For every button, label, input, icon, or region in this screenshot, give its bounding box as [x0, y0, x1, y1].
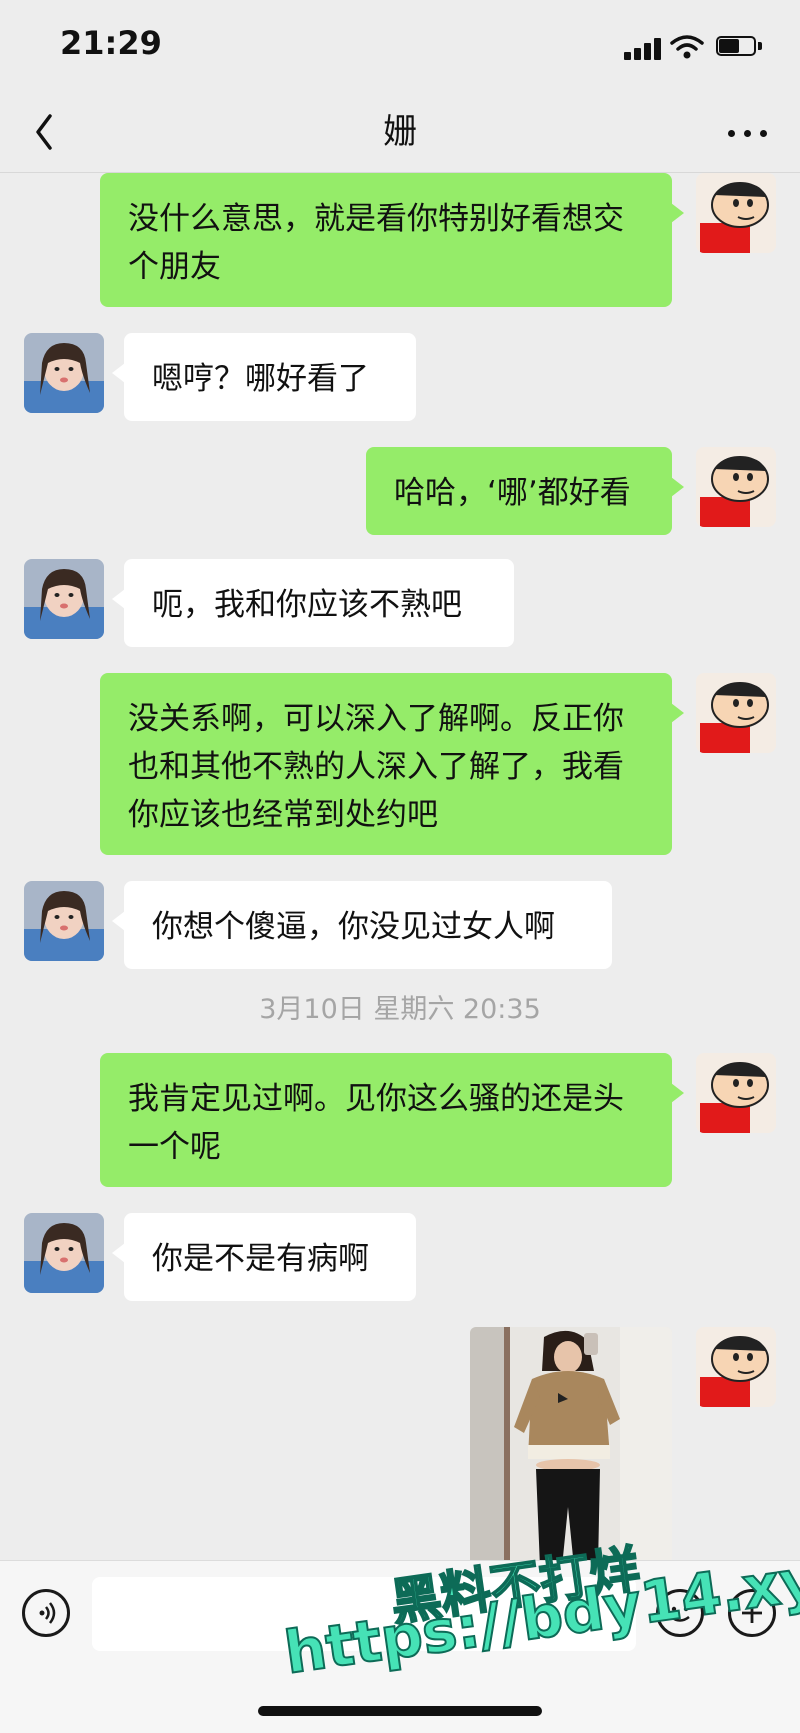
- more-dot: [760, 130, 767, 137]
- self-avatar[interactable]: [696, 173, 776, 253]
- more-dot: [728, 130, 735, 137]
- chat-area[interactable]: 没什么意思，就是看你特别好看想交个朋友 嗯哼？哪好看了 哈哈，‘哪’都好看 呃，…: [0, 173, 800, 1560]
- battery-icon: [716, 36, 764, 58]
- message-bubble-other[interactable]: 呃，我和你应该不熟吧: [112, 559, 514, 647]
- wifi-icon: [670, 34, 704, 60]
- contact-avatar[interactable]: [24, 881, 104, 961]
- voice-icon: [39, 1602, 56, 1624]
- plus-button[interactable]: [728, 1589, 776, 1637]
- home-indicator: [258, 1706, 542, 1716]
- message-input[interactable]: [92, 1577, 636, 1651]
- cartoon-avatar-icon: [696, 447, 776, 527]
- message-bubble-other[interactable]: 你是不是有病啊: [112, 1213, 416, 1301]
- contact-photo-icon: [24, 333, 104, 413]
- message-bubble-self[interactable]: 没什么意思，就是看你特别好看想交个朋友: [100, 173, 684, 307]
- cellular-signal-icon: [624, 38, 664, 60]
- cartoon-avatar-icon: [696, 1053, 776, 1133]
- message-text: 没什么意思，就是看你特别好看想交个朋友: [128, 201, 624, 285]
- self-avatar[interactable]: [696, 1053, 776, 1133]
- emoji-icon: [670, 1606, 690, 1622]
- message-text: 没关系啊，可以深入了解啊。反正你也和其他不熟的人深入了解了，我看你应该也经常到处…: [128, 701, 624, 833]
- mirror-selfie-photo: [470, 1327, 672, 1560]
- message-bubble-self[interactable]: 哈哈，‘哪’都好看: [366, 447, 684, 535]
- message-bubble-other[interactable]: 你想个傻逼，你没见过女人啊: [112, 881, 612, 969]
- contact-avatar[interactable]: [24, 1213, 104, 1293]
- message-bubble-other[interactable]: 嗯哼？哪好看了: [112, 333, 416, 421]
- more-button[interactable]: [720, 106, 776, 158]
- message-text: 哈哈，‘哪’都好看: [394, 475, 631, 511]
- status-time: 21:29: [60, 24, 162, 62]
- message-text: 你是不是有病啊: [152, 1241, 369, 1277]
- cartoon-avatar-icon: [696, 1327, 776, 1407]
- contact-avatar[interactable]: [24, 559, 104, 639]
- plus-icon: [742, 1603, 762, 1623]
- cartoon-avatar-icon: [696, 673, 776, 753]
- chevron-left-icon: [36, 114, 52, 150]
- message-text: 嗯哼？哪好看了: [152, 361, 369, 397]
- chat-title: 姗: [383, 112, 417, 152]
- message-text: 我肯定见过啊。见你这么骚的还是头一个呢: [128, 1081, 624, 1165]
- status-bar: 21:29: [0, 0, 800, 92]
- contact-photo-icon: [24, 881, 104, 961]
- voice-button[interactable]: [22, 1589, 70, 1637]
- message-bubble-self[interactable]: 我肯定见过啊。见你这么骚的还是头一个呢: [100, 1053, 684, 1187]
- self-avatar[interactable]: [696, 447, 776, 527]
- input-bar: [0, 1560, 800, 1733]
- cartoon-avatar-icon: [696, 173, 776, 253]
- nav-bar: 姗: [0, 92, 800, 173]
- battery-tip: [758, 42, 762, 50]
- photo-message[interactable]: [470, 1327, 672, 1560]
- message-timestamp: 3月10日 星期六 20:35: [259, 994, 541, 1025]
- message-text: 呃，我和你应该不熟吧: [152, 587, 462, 623]
- contact-photo-icon: [24, 1213, 104, 1293]
- message-text: 你想个傻逼，你没见过女人啊: [152, 909, 555, 945]
- self-avatar[interactable]: [696, 1327, 776, 1407]
- emoji-button[interactable]: [656, 1589, 704, 1637]
- contact-photo-icon: [24, 559, 104, 639]
- self-avatar[interactable]: [696, 673, 776, 753]
- message-bubble-self[interactable]: 没关系啊，可以深入了解啊。反正你也和其他不熟的人深入了解了，我看你应该也经常到处…: [100, 673, 684, 855]
- more-dot: [744, 130, 751, 137]
- back-button[interactable]: [24, 106, 80, 158]
- battery-fill: [719, 39, 739, 53]
- contact-avatar[interactable]: [24, 333, 104, 413]
